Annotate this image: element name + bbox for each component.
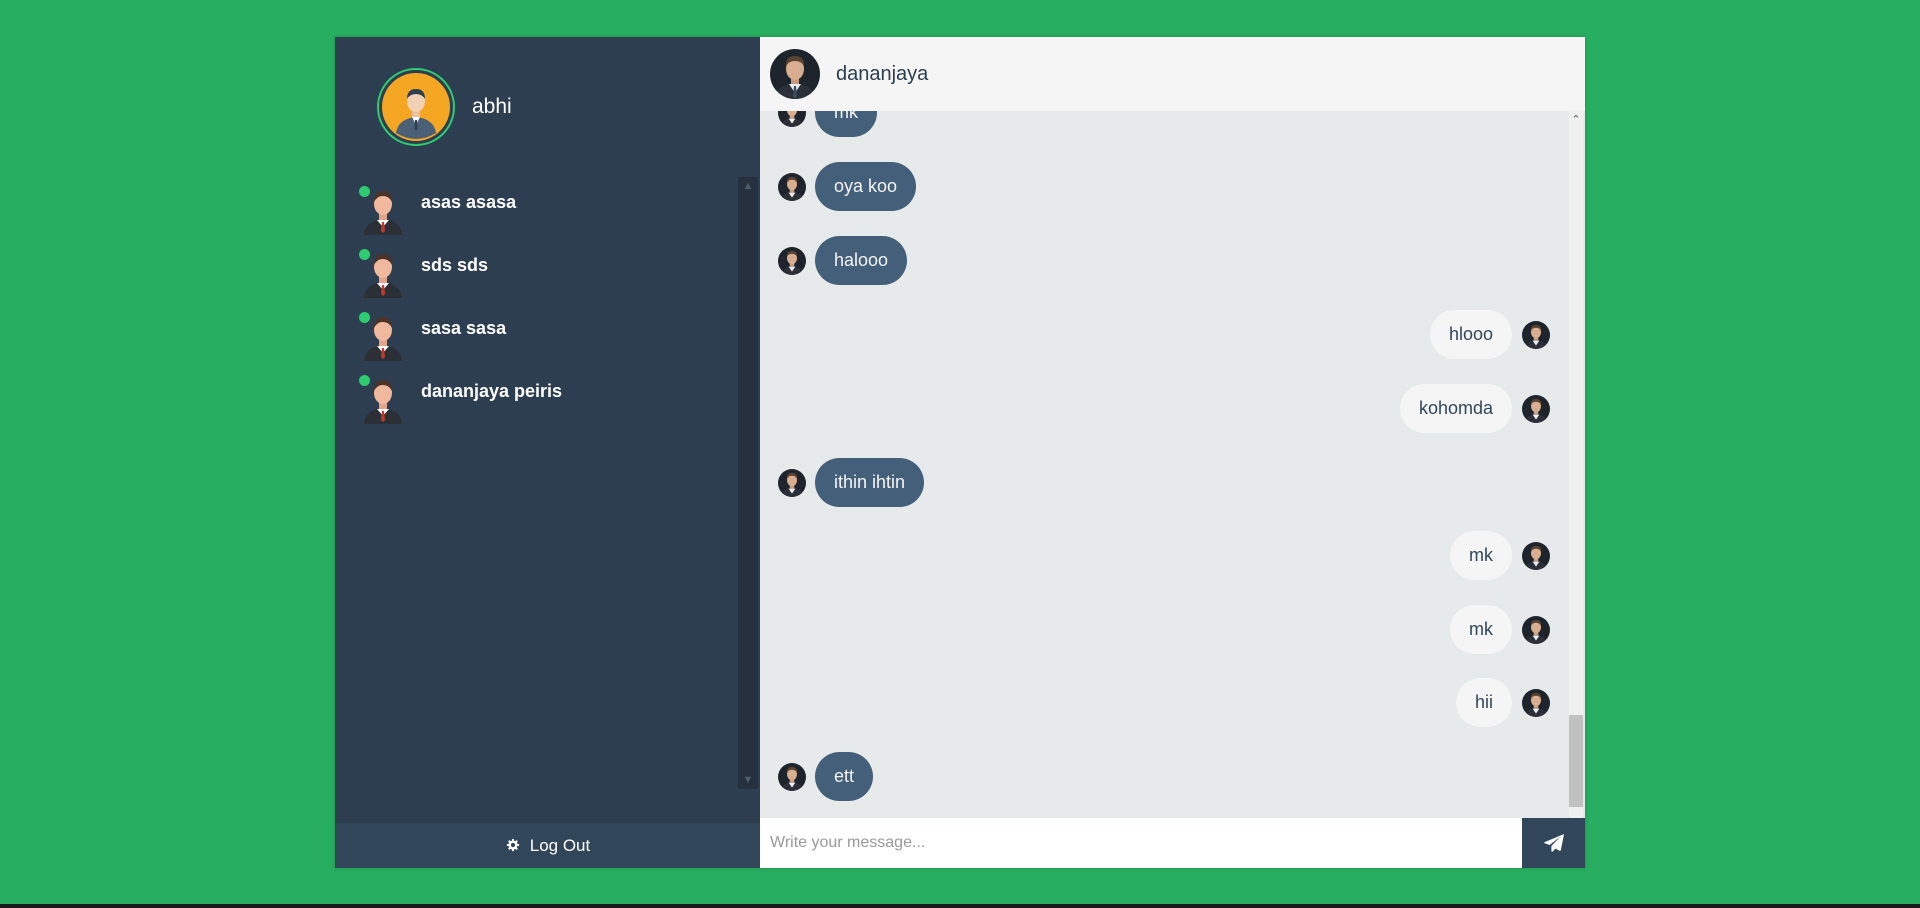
- message-text: halooo: [815, 236, 908, 285]
- message-sent: mk: [778, 111, 877, 137]
- message-text: mk: [1450, 531, 1512, 580]
- message-list: mk oya koo halooo hlooo kohomda ithin ih…: [760, 111, 1560, 855]
- message-sent: ithin ihtin: [778, 458, 925, 507]
- message-sent: ett: [778, 752, 874, 801]
- paper-plane-icon: [1543, 834, 1564, 852]
- sidebar: abhi asas asasa sds sds sasa sasa dananj…: [335, 37, 760, 868]
- contact-photo: [770, 49, 820, 99]
- message-text: mk: [815, 111, 877, 137]
- message-avatar: [778, 246, 806, 275]
- gear-icon: [505, 838, 520, 853]
- chevron-up-icon[interactable]: ▲: [738, 179, 758, 193]
- message-input[interactable]: [760, 818, 1522, 868]
- message-avatar: [1522, 688, 1550, 717]
- message-sent: oya koo: [778, 162, 917, 211]
- send-button[interactable]: [1522, 818, 1585, 868]
- logout-label: Log Out: [529, 835, 591, 855]
- message-composer: [760, 818, 1585, 868]
- message-sent: halooo: [778, 236, 908, 285]
- chat-app: abhi asas asasa sds sds sasa sasa dananj…: [335, 37, 1585, 868]
- message-avatar: [778, 111, 806, 127]
- message-text: kohomda: [1399, 384, 1512, 433]
- message-reply: hlooo: [1429, 310, 1550, 359]
- profile-name: abhi: [472, 95, 512, 118]
- user-avatar-icon[interactable]: [377, 68, 455, 146]
- message-avatar: [778, 468, 806, 497]
- contact-name: sds sds: [421, 255, 489, 275]
- contact-item[interactable]: sds sds: [335, 240, 738, 303]
- contact-item[interactable]: dananjaya peiris: [335, 366, 738, 429]
- message-avatar: [778, 172, 806, 201]
- message-text: ithin ihtin: [815, 458, 925, 507]
- chat-panel: dananjaya mk oya koo halooo hlooo kohomd…: [760, 37, 1585, 868]
- chat-contact-name: dananjaya: [836, 62, 929, 85]
- chevron-down-icon[interactable]: ▼: [738, 773, 758, 787]
- message-text: oya koo: [815, 162, 917, 211]
- chat-header: dananjaya: [760, 37, 1585, 111]
- contact-list: asas asasa sds sds sasa sasa dananjaya p…: [335, 177, 738, 789]
- contact-name: asas asasa: [421, 192, 517, 212]
- contact-name: dananjaya peiris: [421, 381, 563, 401]
- message-reply: mk: [1450, 531, 1550, 580]
- scrollbar-thumb[interactable]: [1569, 715, 1583, 807]
- message-reply: mk: [1450, 605, 1550, 654]
- contact-item[interactable]: asas asasa: [335, 177, 738, 240]
- message-text: hlooo: [1429, 310, 1512, 359]
- message-text: ett: [815, 752, 874, 801]
- message-avatar: [1522, 541, 1550, 570]
- message-avatar: [1522, 615, 1550, 644]
- messages-scrollbar[interactable]: ⌃ ⌄: [1565, 111, 1585, 855]
- logout-button[interactable]: Log Out: [335, 823, 760, 868]
- profile[interactable]: abhi: [377, 68, 512, 146]
- contact-item[interactable]: sasa sasa: [335, 303, 738, 366]
- contacts-scrollbar[interactable]: ▲ ▼: [738, 177, 758, 789]
- contact-avatar-icon: [364, 191, 402, 235]
- message-avatar: [1522, 394, 1550, 423]
- chevron-up-icon[interactable]: ⌃: [1569, 113, 1583, 126]
- contact-name: sasa sasa: [421, 318, 507, 338]
- contact-avatar-icon: [364, 317, 402, 361]
- message-avatar: [1522, 320, 1550, 349]
- message-reply: kohomda: [1399, 384, 1550, 433]
- message-text: mk: [1450, 605, 1512, 654]
- message-avatar: [778, 762, 806, 791]
- contact-avatar-icon: [364, 380, 402, 424]
- message-reply: hii: [1455, 678, 1550, 727]
- contact-avatar-icon: [364, 254, 402, 298]
- taskbar-strip: [0, 904, 1920, 908]
- message-text: hii: [1455, 678, 1512, 727]
